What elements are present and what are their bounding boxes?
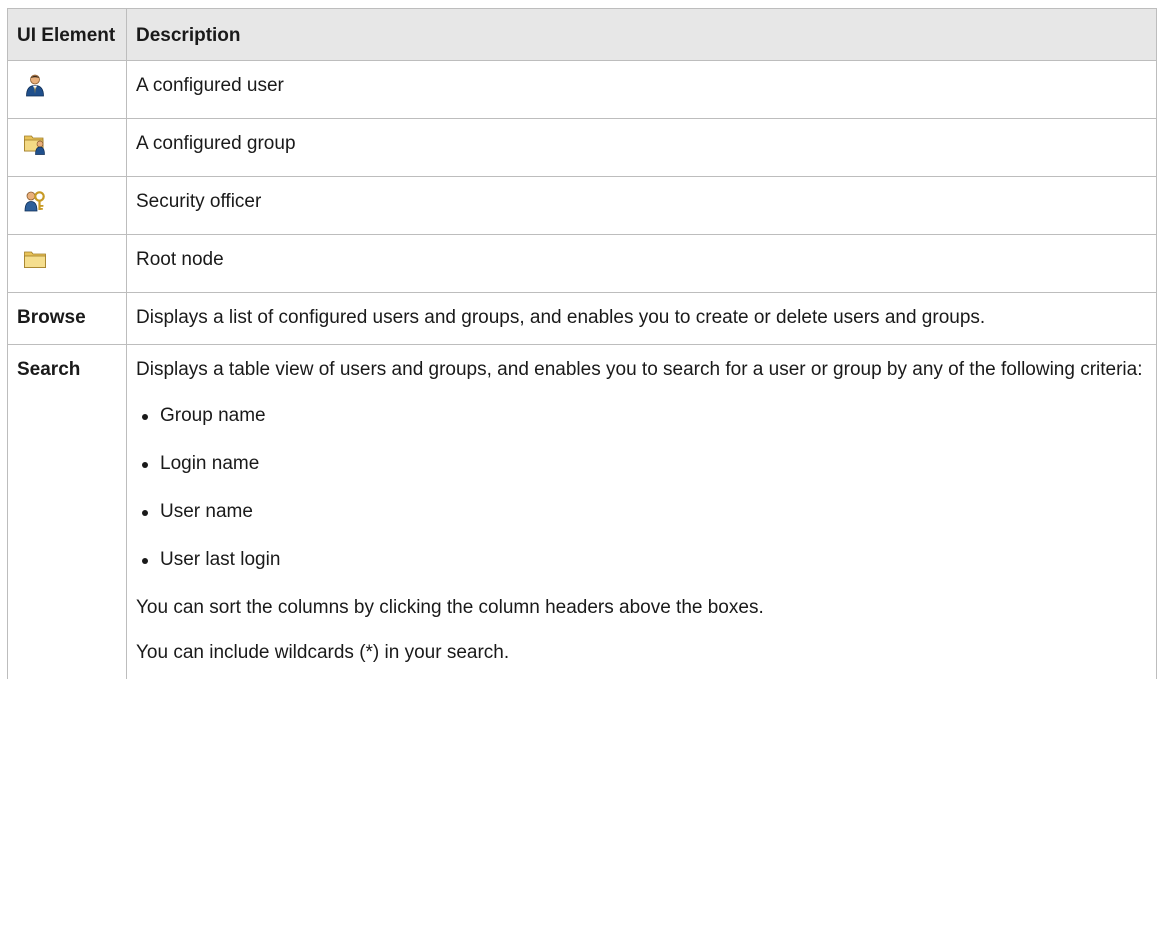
table-row: A configured user: [7, 60, 1157, 119]
table-header-row: UI Element Description: [7, 8, 1157, 61]
criteria-list: Group name Login name User name User las…: [136, 403, 1147, 572]
search-description: Displays a table view of users and group…: [136, 359, 1143, 380]
list-item: User name: [136, 499, 1147, 524]
table-row: Root node: [7, 234, 1157, 293]
element-cell: [7, 176, 127, 235]
user-icon: [23, 73, 47, 97]
wildcard-note: You can include wildcards (*) in your se…: [136, 642, 510, 663]
security-officer-icon: [23, 189, 47, 213]
table-row: A configured group: [7, 118, 1157, 177]
description-cell: Displays a table view of users and group…: [126, 344, 1157, 679]
element-cell: [7, 118, 127, 177]
element-cell: [7, 234, 127, 293]
list-item: User last login: [136, 547, 1147, 572]
list-item: Group name: [136, 403, 1147, 428]
ui-elements-table: UI Element Description A configured user: [7, 8, 1157, 679]
element-label-browse: Browse: [7, 292, 127, 345]
description-cell: Security officer: [126, 176, 1157, 235]
group-folder-icon: [23, 131, 47, 155]
element-cell: [7, 60, 127, 119]
description-cell: A configured group: [126, 118, 1157, 177]
header-ui-element: UI Element: [7, 8, 127, 61]
description-cell: Root node: [126, 234, 1157, 293]
description-cell: Displays a list of configured users and …: [126, 292, 1157, 345]
table-row: Browse Displays a list of configured use…: [7, 292, 1157, 345]
description-cell: A configured user: [126, 60, 1157, 119]
header-description: Description: [126, 8, 1157, 61]
table-row: Search Displays a table view of users an…: [7, 344, 1157, 679]
element-label-search: Search: [7, 344, 127, 679]
sort-note: You can sort the columns by clicking the…: [136, 597, 764, 618]
list-item: Login name: [136, 451, 1147, 476]
folder-icon: [23, 247, 47, 271]
table-row: Security officer: [7, 176, 1157, 235]
